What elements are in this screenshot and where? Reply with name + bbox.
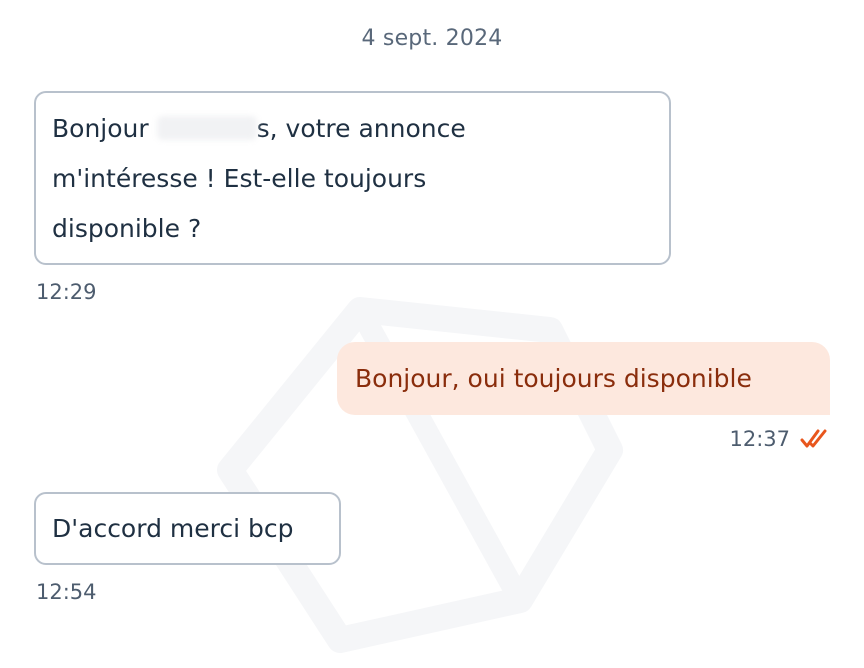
- background-watermark-icon: [217, 297, 623, 653]
- message-text-start: Bonjour: [52, 114, 157, 143]
- message-text: Bonjour, oui toujours disponible: [355, 364, 752, 393]
- message-bubble-incoming[interactable]: Bonjour s, votre annonce m'intéresse ! E…: [34, 91, 671, 265]
- date-separator: 4 sept. 2024: [361, 26, 503, 51]
- redacted-name: [156, 116, 257, 140]
- message-text: D'accord merci bcp: [52, 514, 294, 543]
- message-bubble-incoming[interactable]: D'accord merci bcp: [34, 492, 341, 565]
- message-bubble-outgoing[interactable]: Bonjour, oui toujours disponible: [337, 342, 830, 415]
- message-timestamp: 12:37: [729, 427, 790, 451]
- message-timestamp: 12:29: [36, 280, 97, 304]
- message-meta: 12:37: [729, 427, 828, 451]
- double-check-icon: [800, 429, 827, 448]
- message-text: Bonjour s, votre annonce m'intéresse ! E…: [52, 104, 522, 254]
- message-timestamp: 12:54: [36, 580, 97, 604]
